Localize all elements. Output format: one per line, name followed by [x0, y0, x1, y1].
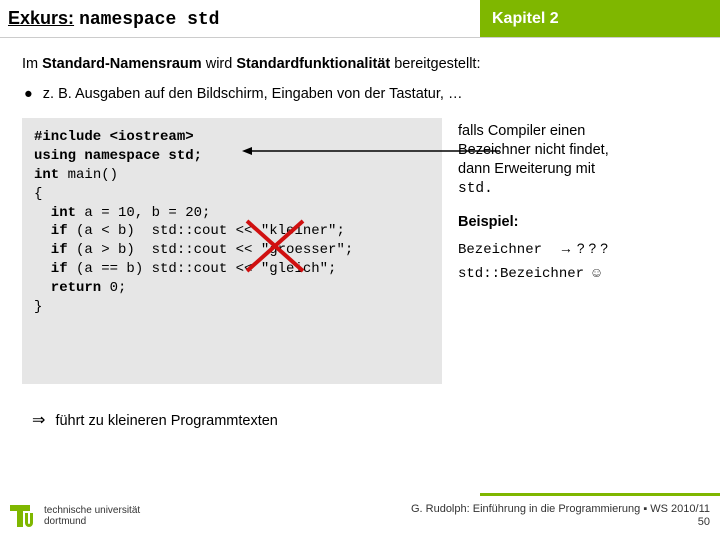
footer-credit: G. Rudolph: Einführung in die Programmie…: [411, 503, 710, 529]
code-line-10: }: [34, 299, 42, 315]
example-heading: Beispiel:: [458, 214, 698, 230]
university-name: technische universität dortmund: [44, 505, 140, 527]
code-line-8a: if: [34, 261, 68, 277]
compiler-note: falls Compiler einen Bezeichner nicht fi…: [458, 122, 698, 198]
conclusion-text: führt zu kleineren Programmtexten: [55, 413, 277, 429]
header-left: Exkurs: namespace std: [0, 0, 480, 37]
annotation-column: falls Compiler einen Bezeichner nicht fi…: [458, 118, 698, 290]
example-row-1: Bezeichner → ? ? ?: [458, 240, 698, 258]
slide-body: Im Standard-Namensraum wird Standardfunk…: [0, 38, 720, 430]
code-line-5a: int: [34, 205, 76, 221]
slide-header: Exkurs: namespace std Kapitel 2: [0, 0, 720, 38]
code-line-4: {: [34, 186, 42, 202]
code-line-8b: (a == b) std::cout << "gleich";: [68, 261, 337, 277]
slide-footer: technische universität dortmund G. Rudol…: [0, 494, 720, 540]
conclusion-line: ⇒ führt zu kleineren Programmtexten: [22, 410, 698, 430]
tu-logo-icon: [8, 501, 38, 531]
main-content-row: #include <iostream> using namespace std;…: [22, 118, 698, 384]
bullet-item: ● z. B. Ausgaben auf den Bildschirm, Ein…: [22, 86, 698, 102]
code-line-9b: 0;: [101, 280, 126, 296]
code-line-5b: a = 10, b = 20;: [76, 205, 210, 221]
title-code: namespace std: [79, 10, 219, 30]
bullet-dot-icon: ●: [24, 86, 33, 102]
code-line-6a: if: [34, 223, 68, 239]
code-line-1: #include <iostream>: [34, 129, 194, 145]
header-right: Kapitel 2: [480, 0, 720, 37]
implies-icon: ⇒: [32, 412, 45, 429]
chapter-label: Kapitel 2: [492, 10, 559, 28]
code-line-9a: return: [34, 280, 101, 296]
code-line-2: using namespace std;: [34, 148, 202, 164]
university-logo: technische universität dortmund: [8, 501, 140, 531]
code-line-7b: (a > b) std::cout << "groesser";: [68, 242, 354, 258]
example-row-2: std::Bezeichner ☺: [458, 266, 698, 282]
code-line-3b: main(): [59, 167, 118, 183]
bullet-text: z. B. Ausgaben auf den Bildschirm, Einga…: [43, 86, 463, 102]
intro-text: Im Standard-Namensraum wird Standardfunk…: [22, 56, 698, 72]
title-prefix: Exkurs:: [8, 8, 74, 28]
code-line-7a: if: [34, 242, 68, 258]
credit-text: G. Rudolph: Einführung in die Programmie…: [411, 503, 710, 515]
code-line-6b: (a < b) std::cout << "kleiner";: [68, 223, 345, 239]
code-line-3a: int: [34, 167, 59, 183]
page-number: 50: [698, 516, 710, 528]
slide-title: Exkurs: namespace std: [8, 8, 220, 30]
code-block: #include <iostream> using namespace std;…: [22, 118, 442, 384]
